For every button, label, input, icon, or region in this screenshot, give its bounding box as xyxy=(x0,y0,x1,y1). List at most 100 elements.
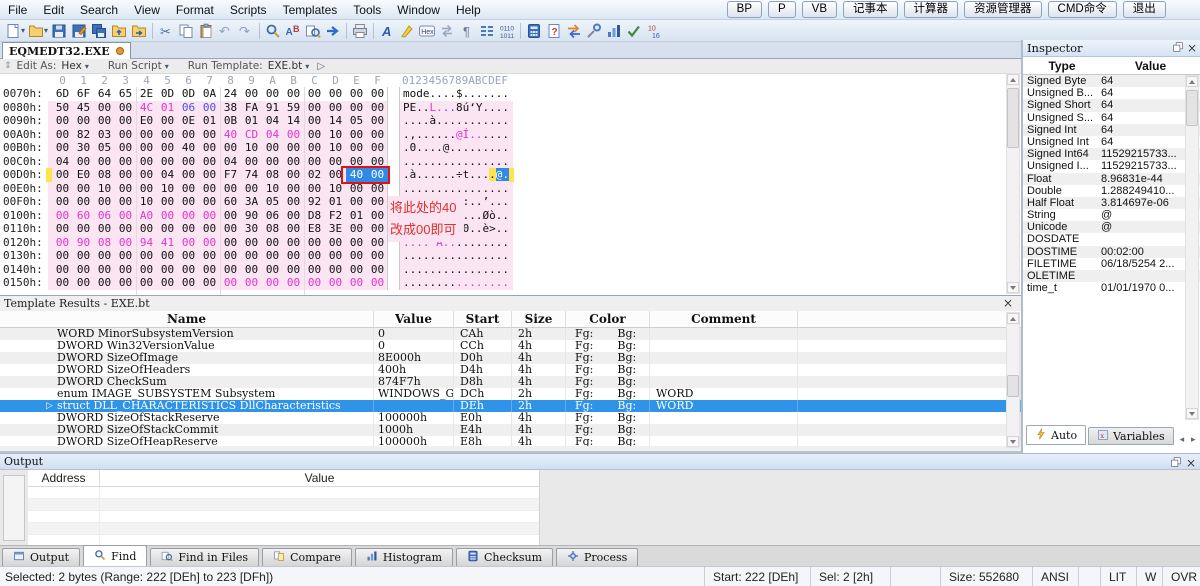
hex-byte[interactable]: 04 xyxy=(220,155,241,169)
hex-byte[interactable]: 00 xyxy=(178,236,199,250)
status-overwrite[interactable]: OVR xyxy=(1162,567,1200,586)
hex-byte[interactable]: 01 xyxy=(325,195,346,209)
hex-byte[interactable]: 00 xyxy=(115,263,136,277)
hex-byte[interactable]: 00 xyxy=(115,209,136,223)
hex-byte[interactable]: 00 xyxy=(262,249,283,263)
menu-item-format[interactable]: Format xyxy=(168,1,222,19)
calculator-icon[interactable] xyxy=(524,21,544,41)
hex-row[interactable]: 00D0h: 00 E0 08 00 00 04 00 00 F7 74 08 00 02 00 40 00 .à… xyxy=(0,168,1021,182)
inspector-row[interactable]: Signed Short 64 xyxy=(1023,99,1200,112)
hex-byte[interactable]: 01 xyxy=(346,209,367,223)
hex-byte[interactable]: 00 xyxy=(115,101,136,115)
quick-button-5[interactable]: 计算器 xyxy=(903,1,959,18)
hex-byte[interactable]: 00 xyxy=(304,236,325,250)
hex-byte[interactable]: 05 xyxy=(346,114,367,128)
hex-byte[interactable]: 00 xyxy=(136,263,157,277)
template-row[interactable]: DWORD SizeOfImage 8E000h D0h 4h Fg: Bg: xyxy=(0,352,1021,364)
hex-byte[interactable]: 00 xyxy=(199,155,220,169)
hex-byte[interactable]: 10 xyxy=(325,128,346,142)
scroll-up-icon[interactable] xyxy=(1007,74,1019,85)
hex-byte[interactable]: 00 xyxy=(283,195,304,209)
panel-tab-find-in-files[interactable]: Find in Files xyxy=(150,548,260,566)
hex-byte[interactable]: 00 xyxy=(94,222,115,236)
scroll-down-icon[interactable] xyxy=(1007,436,1019,447)
hex-bytes[interactable]: 04 00 00 00 00 00 00 00 04 00 00 00 00 00 00 00 xyxy=(48,154,388,169)
hex-byte[interactable]: 00 xyxy=(199,263,220,277)
chevron-down-icon[interactable]: ▾ xyxy=(44,26,48,35)
hex-byte[interactable]: 00 xyxy=(241,87,262,101)
status-endian[interactable]: LIT xyxy=(1100,567,1136,586)
hex-byte[interactable]: 00 xyxy=(325,236,346,250)
hex-byte[interactable]: 00 xyxy=(52,141,73,155)
hex-byte[interactable]: 65 xyxy=(115,87,136,101)
hex-byte[interactable]: 00 xyxy=(136,222,157,236)
hex-byte[interactable]: 10 xyxy=(157,182,178,196)
hex-ascii[interactable]: ....à........... xyxy=(399,114,513,128)
inspector-row[interactable]: Signed Int 64 xyxy=(1023,123,1200,136)
hex-byte[interactable]: 00 xyxy=(199,222,220,236)
hex-byte[interactable]: 10 xyxy=(262,182,283,196)
hex-byte[interactable]: 4C xyxy=(136,101,157,115)
hex-byte[interactable]: 00 xyxy=(262,236,283,250)
hex-byte[interactable]: 10 xyxy=(325,141,346,155)
hex-byte[interactable]: 00 xyxy=(94,101,115,115)
hex-byte[interactable]: 0D xyxy=(157,87,178,101)
template-row[interactable]: enum IMAGE_SUBSYSTEM SubsystemWINDOWS_GU… xyxy=(0,388,1021,400)
hex-byte[interactable]: 00 xyxy=(115,141,136,155)
inspector-row[interactable]: Half Float 3.814697e-06 xyxy=(1023,196,1200,210)
sync-view-icon[interactable] xyxy=(437,21,457,41)
inspector-scrollbar[interactable] xyxy=(1185,75,1199,420)
hex-byte[interactable]: 00 xyxy=(220,249,241,263)
hex-byte[interactable]: 00 xyxy=(136,141,157,155)
hex-bytes[interactable]: 00 30 05 00 00 00 40 00 00 10 00 00 00 10 00 00 xyxy=(48,141,388,155)
hex-byte[interactable]: 00 xyxy=(262,141,283,155)
template-col-color[interactable]: Color xyxy=(566,311,650,327)
hex-byte[interactable]: 08 xyxy=(262,168,283,182)
save-all-icon[interactable] xyxy=(89,21,109,41)
hex-ascii[interactable]: ................ xyxy=(399,249,513,263)
template-table[interactable]: WORD MinorSubsystemVersion 0 CAh 2h Fg: Bg: DW… xyxy=(0,328,1021,446)
hex-byte[interactable]: 10 xyxy=(136,195,157,209)
hex-byte[interactable]: 00 xyxy=(199,182,220,196)
hex-byte[interactable]: 04 xyxy=(157,168,178,182)
hex-byte[interactable]: 10 xyxy=(241,141,262,155)
inspector-table[interactable]: Signed Byte 64 Unsigned B... 64 Signed Short… xyxy=(1023,75,1200,294)
float-panel-icon[interactable] xyxy=(1171,456,1181,470)
hex-byte[interactable]: 00 xyxy=(325,101,346,115)
hex-byte[interactable]: 00 xyxy=(73,276,94,290)
hex-ascii[interactable]: mode....$....... xyxy=(399,87,513,101)
hex-byte[interactable]: 04 xyxy=(52,155,73,169)
hex-byte[interactable]: 00 xyxy=(304,155,325,169)
file-tab[interactable]: EQMEDT32.EXE xyxy=(2,42,131,59)
hex-byte[interactable]: 00 xyxy=(73,249,94,263)
template-col-size[interactable]: Size xyxy=(512,311,566,327)
hex-byte[interactable]: 00 xyxy=(157,155,178,169)
font-icon[interactable]: A xyxy=(377,21,397,41)
inspector-row[interactable]: Signed Int64 11529215733... xyxy=(1023,148,1200,161)
hex-byte[interactable]: 00 xyxy=(115,128,136,142)
hex-byte[interactable]: 01 xyxy=(157,101,178,115)
hex-ascii[interactable]: .0....@......... xyxy=(399,141,513,155)
hex-byte[interactable]: 00 xyxy=(178,168,199,182)
inspector-row[interactable]: Float 8.96831e-44 xyxy=(1023,172,1200,185)
hex-bytes[interactable]: 00 00 00 00 E0 00 0E 01 0B 01 04 14 00 14 05 00 xyxy=(48,114,388,128)
hex-byte[interactable]: 00 xyxy=(283,155,304,169)
hex-byte[interactable]: 00 xyxy=(178,222,199,236)
hex-byte[interactable]: 00 xyxy=(115,249,136,263)
hex-byte[interactable]: 00 xyxy=(157,209,178,223)
print-icon[interactable] xyxy=(350,21,370,41)
menu-item-file[interactable]: File xyxy=(0,1,35,19)
hex-byte[interactable]: 00 xyxy=(241,263,262,277)
quick-button-1[interactable]: BP xyxy=(726,1,762,18)
hex-byte[interactable]: 00 xyxy=(220,182,241,196)
hex-bytes[interactable]: 00 82 03 00 00 00 00 00 40 CD 04 00 00 10 00 00 xyxy=(48,127,388,142)
hex-byte[interactable]: 00 xyxy=(136,155,157,169)
hex-byte[interactable]: 00 xyxy=(52,168,73,182)
hex-byte[interactable]: 08 xyxy=(94,168,115,182)
hex-byte[interactable]: 00 xyxy=(304,182,325,196)
hex-byte[interactable]: 06 xyxy=(178,101,199,115)
hex-byte[interactable]: 00 xyxy=(52,209,73,223)
hex-byte[interactable]: 00 xyxy=(94,114,115,128)
export-hex-icon[interactable] xyxy=(129,21,149,41)
undo-icon[interactable]: ↶ xyxy=(216,21,236,41)
